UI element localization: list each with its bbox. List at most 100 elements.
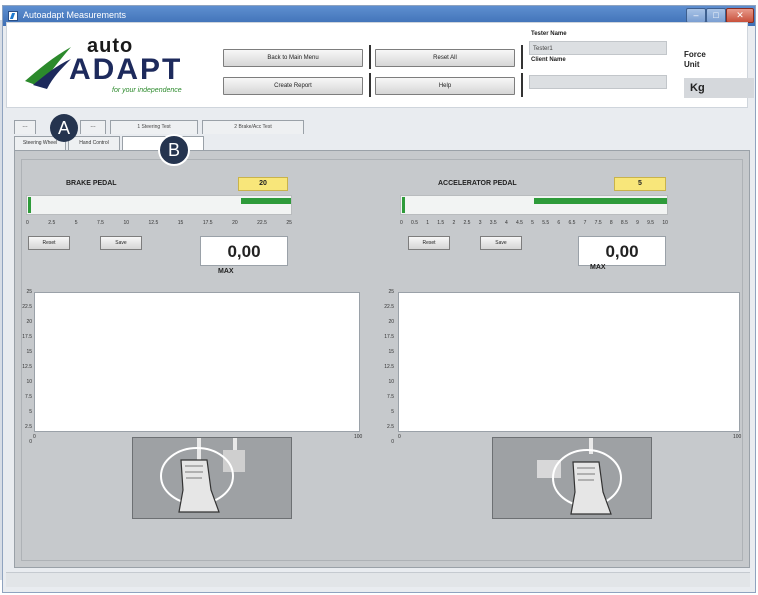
accelerator-scale-tick: 9 <box>636 220 639 226</box>
accelerator-pedal-slider[interactable] <box>400 195 668 215</box>
accelerator-level-bar <box>534 198 667 204</box>
accelerator-y-tick: 17.5 <box>384 334 394 340</box>
brake-max-label: MAX <box>218 268 234 275</box>
accelerator-scale-tick: 0.5 <box>411 220 418 226</box>
accelerator-y-tick: 5 <box>391 409 394 415</box>
create-report-button[interactable]: Create Report <box>223 77 363 95</box>
separator <box>369 73 371 97</box>
accelerator-pedal-title: ACCELERATOR PEDAL <box>438 180 517 187</box>
accelerator-scale-tick: 0 <box>400 220 403 226</box>
reset-all-button[interactable]: Reset All <box>375 49 515 67</box>
close-button[interactable]: ✕ <box>726 8 754 23</box>
minimize-button[interactable]: – <box>686 8 706 23</box>
brake-y-tick: 0 <box>29 439 32 445</box>
accelerator-scale-tick: 5.5 <box>542 220 550 226</box>
accelerator-scale-tick: 8 <box>609 220 613 226</box>
accelerator-x-start: 0 <box>398 434 401 440</box>
brake-scale-tick: 20 <box>232 220 238 226</box>
close-icon: ✕ <box>736 10 744 20</box>
brake-scale-tick: 22.5 <box>257 220 267 226</box>
window-title: Autoadapt Measurements <box>23 10 127 20</box>
force-label-line1: Force <box>684 50 706 59</box>
accelerator-scale-tick: 7.5 <box>594 220 602 226</box>
callout-badge-b: B <box>158 134 190 166</box>
brake-y-tick: 5 <box>29 409 32 415</box>
accelerator-pedal-foot-icon <box>537 438 622 515</box>
brake-scale-tick: 2.5 <box>48 220 56 226</box>
logo-tagline: for your independence <box>112 87 182 94</box>
brake-pedal-image <box>132 437 292 519</box>
logo-swoosh-icon <box>25 47 71 89</box>
help-button[interactable]: Help <box>375 77 515 95</box>
accelerator-y-tick: 25 <box>388 289 394 295</box>
brake-save-button[interactable]: Save <box>100 236 142 250</box>
accelerator-scale-tick: 3.5 <box>489 220 497 226</box>
header-panel: auto ADAPT for your independence Back to… <box>6 22 748 108</box>
brake-pedal-title: BRAKE PEDAL <box>66 180 117 187</box>
separator <box>521 45 523 69</box>
logo-adapt-text: ADAPT <box>69 53 183 86</box>
brake-level-bar <box>240 198 291 204</box>
accelerator-x-end: 100 <box>733 434 742 440</box>
brake-y-tick: 15 <box>26 349 32 355</box>
accelerator-max-label: MAX <box>590 264 606 271</box>
accelerator-scale-tick: 4 <box>504 220 508 226</box>
tab-top-2[interactable]: --- <box>80 120 106 134</box>
brake-y-tick: 22.5 <box>22 304 32 310</box>
accelerator-slider-thumb[interactable] <box>402 197 405 213</box>
brake-value-display: 20 <box>238 177 288 191</box>
accelerator-force-plot <box>398 292 740 432</box>
accelerator-max-readout: 0,00 <box>578 236 666 266</box>
tab-brake-acc-test[interactable]: 2 Brake/Acc Test <box>202 120 304 134</box>
brake-scale-tick: 17.5 <box>202 220 213 226</box>
accelerator-scale-tick: 2 <box>452 220 456 226</box>
force-unit-value[interactable]: Kg <box>684 78 754 98</box>
accelerator-value-display: 5 <box>614 177 666 191</box>
tab-steering-test[interactable]: 1 Steering Test <box>110 120 198 134</box>
brake-scale-tick: 10 <box>123 220 130 226</box>
callout-badge-a: A <box>50 114 78 142</box>
accelerator-reset-button[interactable]: Reset <box>408 236 450 250</box>
accelerator-scale-tick: 1.5 <box>437 220 445 226</box>
tab-top-1[interactable]: --- <box>14 120 36 134</box>
accelerator-scale-tick: 8.5 <box>620 220 628 226</box>
brake-scale: 0 2.5 5 7.5 10 12.5 15 17.5 20 22.5 25 <box>26 220 292 226</box>
force-label-line2: Unit <box>684 60 700 69</box>
accelerator-y-tick: 20 <box>388 319 394 325</box>
client-name-field[interactable] <box>529 75 667 89</box>
accelerator-scale: 0 0.5 1 1.5 2 2.5 3 3.5 4 4.5 5 5.5 6 6.5 7 7.5 8 8.5 9 9.5… <box>400 220 668 226</box>
brake-scale-tick: 7.5 <box>97 220 104 226</box>
maximize-icon: □ <box>713 10 719 20</box>
accelerator-y-tick: 22.5 <box>384 304 394 310</box>
brake-y-tick: 7.5 <box>25 394 32 400</box>
maximize-button[interactable]: □ <box>706 8 726 23</box>
brake-reset-button[interactable]: Reset <box>28 236 70 250</box>
brake-x-end: 100 <box>354 434 363 440</box>
accelerator-scale-tick: 6.5 <box>568 220 576 226</box>
brake-y-axis: 25 22.5 20 17.5 15 12.5 10 7.5 5 2.5 0 <box>10 285 32 450</box>
minimize-icon: – <box>693 10 699 20</box>
accelerator-scale-tick: 1 <box>426 220 430 226</box>
brake-force-plot <box>34 292 360 432</box>
back-to-main-menu-button[interactable]: Back to Main Menu <box>223 49 363 67</box>
brake-max-readout: 0,00 <box>200 236 288 266</box>
tester-name-field[interactable]: Tester1 <box>529 41 667 55</box>
brake-pedal-slider[interactable] <box>26 195 292 215</box>
app-icon <box>8 11 18 21</box>
accelerator-scale-tick: 10 <box>662 220 668 226</box>
accelerator-save-button[interactable]: Save <box>480 236 522 250</box>
accelerator-y-tick: 7.5 <box>387 394 394 400</box>
brake-y-tick: 2.5 <box>25 424 32 430</box>
brake-slider-thumb[interactable] <box>28 197 31 213</box>
force-unit-label: Force Unit <box>684 50 706 70</box>
brake-y-tick: 25 <box>26 289 32 295</box>
tab-hand-control[interactable]: Hand Control <box>68 136 120 150</box>
brake-pedal-foot-icon <box>160 438 245 513</box>
brake-scale-tick: 5 <box>74 220 78 226</box>
accelerator-y-tick: 15 <box>388 349 394 355</box>
accelerator-pedal-image <box>492 437 652 519</box>
accelerator-scale-tick: 9.5 <box>647 220 655 226</box>
brake-x-start: 0 <box>33 434 36 440</box>
accelerator-y-axis: 25 22.5 20 17.5 15 12.5 10 7.5 5 2.5 0 <box>372 285 394 450</box>
brake-scale-tick: 15 <box>177 220 184 226</box>
